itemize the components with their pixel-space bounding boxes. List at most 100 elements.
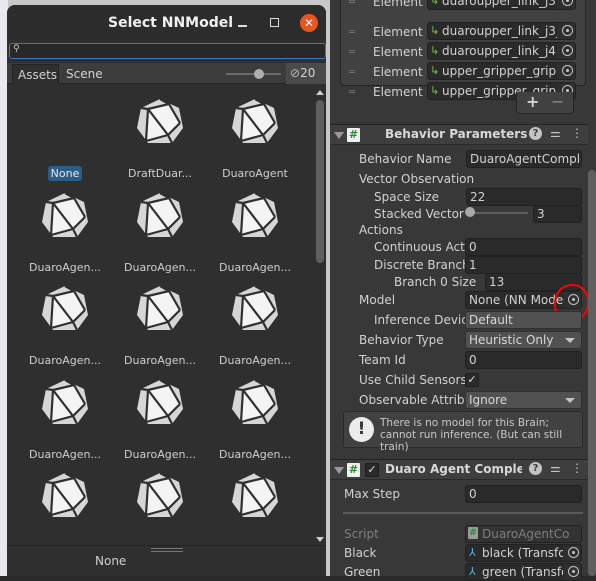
object-picker-button[interactable] — [557, 63, 575, 79]
script-field: # DuaroAgentCo — [465, 525, 582, 543]
slider-thumb[interactable] — [465, 207, 475, 217]
object-picker-button[interactable] — [563, 564, 581, 580]
asset-item[interactable]: DuaroAgen... — [210, 378, 300, 468]
vector-observation-label: Vector Observation — [359, 172, 475, 186]
drag-handle-icon[interactable]: ═ — [349, 45, 355, 61]
element-object-field[interactable]: ↳ duaroupper_link_j3_c — [427, 22, 576, 40]
object-picker-button[interactable] — [557, 23, 575, 39]
behavior-type-value: Heuristic Only — [469, 333, 554, 347]
remove-element-button[interactable]: − — [551, 92, 564, 111]
tab-scene[interactable]: Scene — [66, 67, 103, 81]
max-step-input[interactable]: 0 — [465, 485, 582, 503]
drag-handle-icon[interactable]: ═ — [349, 25, 355, 41]
more-options-icon[interactable]: ⋮ — [571, 126, 583, 140]
object-picker-button[interactable] — [563, 545, 581, 561]
help-message: There is no model for this Brain; cannot… — [380, 417, 563, 453]
add-element-button[interactable]: + — [526, 92, 539, 111]
more-options-icon[interactable]: ⋮ — [571, 461, 583, 475]
behavior-type-dropdown[interactable]: Heuristic Only — [465, 331, 582, 349]
asset-item[interactable]: DuaroAgen... — [115, 191, 205, 281]
stacked-vectors-input[interactable]: 3 — [533, 205, 582, 223]
component-enabled-checkbox[interactable]: ✓ — [365, 463, 379, 477]
scrollbar-thumb[interactable] — [316, 100, 324, 263]
element-value: duaroupper_link_j3_c — [442, 24, 569, 38]
asset-label: None — [47, 166, 83, 181]
object-picker-button[interactable] — [557, 0, 575, 9]
foldout-arrow-icon[interactable] — [334, 132, 344, 139]
asset-item[interactable]: DuaroAgen... — [20, 378, 110, 468]
use-child-sensors-checkbox[interactable]: ✓ — [465, 373, 479, 387]
asset-item[interactable]: DraftDuar... — [115, 97, 205, 187]
inference-device-dropdown[interactable]: Default — [465, 311, 582, 329]
asset-item[interactable]: DuaroAgen... — [115, 284, 205, 374]
close-button[interactable]: ✕ — [300, 14, 318, 32]
foldout-arrow-icon[interactable] — [334, 467, 344, 474]
behavior-parameters-header[interactable]: # Behavior Parameters ? ⚌ ⋮ — [330, 124, 588, 145]
asset-item[interactable]: DuaroAgent — [210, 97, 300, 187]
asset-item[interactable]: DuaroAgen... — [115, 378, 205, 468]
nn-model-icon — [232, 378, 278, 424]
inspector-scrollbar[interactable] — [588, 170, 596, 576]
space-size-input[interactable]: 22 — [466, 188, 582, 206]
nn-model-icon — [137, 378, 183, 424]
green-field[interactable]: ⅄ green (Transform) — [465, 563, 582, 581]
scroll-down-icon[interactable] — [316, 537, 324, 542]
nn-model-icon — [232, 98, 278, 144]
drag-handle-icon[interactable]: ═ — [349, 85, 355, 101]
nn-model-icon — [232, 472, 278, 518]
asset-item[interactable]: DuaroAgen... — [20, 284, 110, 374]
help-box: ! There is no model for this Brain; cann… — [343, 411, 583, 453]
help-icon[interactable]: ? — [529, 127, 542, 140]
grid-scrollbar[interactable] — [314, 90, 326, 545]
chevron-down-icon — [565, 398, 575, 403]
search-input[interactable]: ⚲ — [9, 43, 326, 59]
hidden-toggle-button[interactable]: ⊘20 — [286, 63, 326, 84]
continuous-actions-input[interactable]: 0 — [465, 238, 582, 256]
asset-item[interactable]: DuaroAgen... — [210, 284, 300, 374]
stacked-vectors-label: Stacked Vectors — [374, 207, 464, 221]
element-object-field[interactable]: ↳ upper_gripper_gripper — [427, 62, 576, 80]
asset-item[interactable]: DuaroAgen... — [20, 191, 110, 281]
drag-handle-icon[interactable]: ═ — [349, 65, 355, 81]
chevron-down-icon — [565, 338, 575, 343]
minimize-button[interactable] — [238, 25, 247, 27]
bone-icon: ↳ — [430, 44, 440, 57]
agent-component-header[interactable]: # ✓ Duaro Agent Complex W ? ⚌ ⋮ — [330, 459, 588, 480]
title-bar[interactable]: Select NNModel ✕ — [7, 5, 326, 40]
element-label: Element 1 — [373, 85, 425, 99]
asset-item[interactable]: None — [20, 97, 110, 187]
slider-thumb[interactable] — [254, 69, 264, 79]
inference-device-value: Default — [469, 313, 513, 327]
dialog-title: Select NNModel — [108, 15, 234, 31]
model-label: Model — [359, 293, 396, 307]
use-child-sensors-label: Use Child Sensors — [359, 373, 467, 387]
behavior-name-label: Behavior Name — [359, 152, 452, 166]
object-picker-icon — [562, 25, 573, 36]
asset-item[interactable]: DuaroAgen... — [210, 191, 300, 281]
help-icon[interactable]: ? — [529, 462, 542, 475]
maximize-button[interactable] — [270, 18, 279, 27]
element-object-field[interactable]: ↳ duaroupper_link_j3 (A — [427, 0, 576, 10]
black-field[interactable]: ⅄ black (Transform) — [465, 544, 582, 562]
divider — [343, 512, 583, 514]
asset-label: DuaroAgen... — [124, 260, 196, 274]
drag-handle-icon[interactable]: ═ — [349, 0, 355, 11]
behavior-name-input[interactable]: DuaroAgentComplex — [466, 150, 582, 168]
object-picker-icon — [568, 566, 579, 577]
asset-item[interactable]: DuaroAgen... — [115, 471, 205, 543]
preset-icon[interactable]: ⚌ — [550, 461, 561, 475]
asset-item[interactable]: DuaroAgen... — [210, 471, 300, 543]
tab-assets[interactable]: Assets — [12, 64, 59, 84]
team-id-input[interactable]: 0 — [465, 351, 582, 369]
stacked-vectors-slider[interactable] — [468, 212, 528, 214]
object-picker-button[interactable] — [557, 43, 575, 59]
observable-attribute-dropdown[interactable]: Ignore — [465, 391, 582, 409]
element-object-field[interactable]: ↳ duaroupper_link_j4 (A — [427, 42, 576, 60]
preset-icon[interactable]: ⚌ — [550, 126, 561, 140]
resize-handle[interactable] — [151, 548, 183, 552]
scroll-up-icon[interactable] — [316, 90, 324, 95]
bone-icon: ↳ — [430, 64, 440, 77]
discrete-branches-input[interactable]: 1 — [465, 256, 582, 274]
script-icon: # — [468, 527, 478, 539]
asset-item[interactable]: DuaroAgen... — [20, 471, 110, 543]
